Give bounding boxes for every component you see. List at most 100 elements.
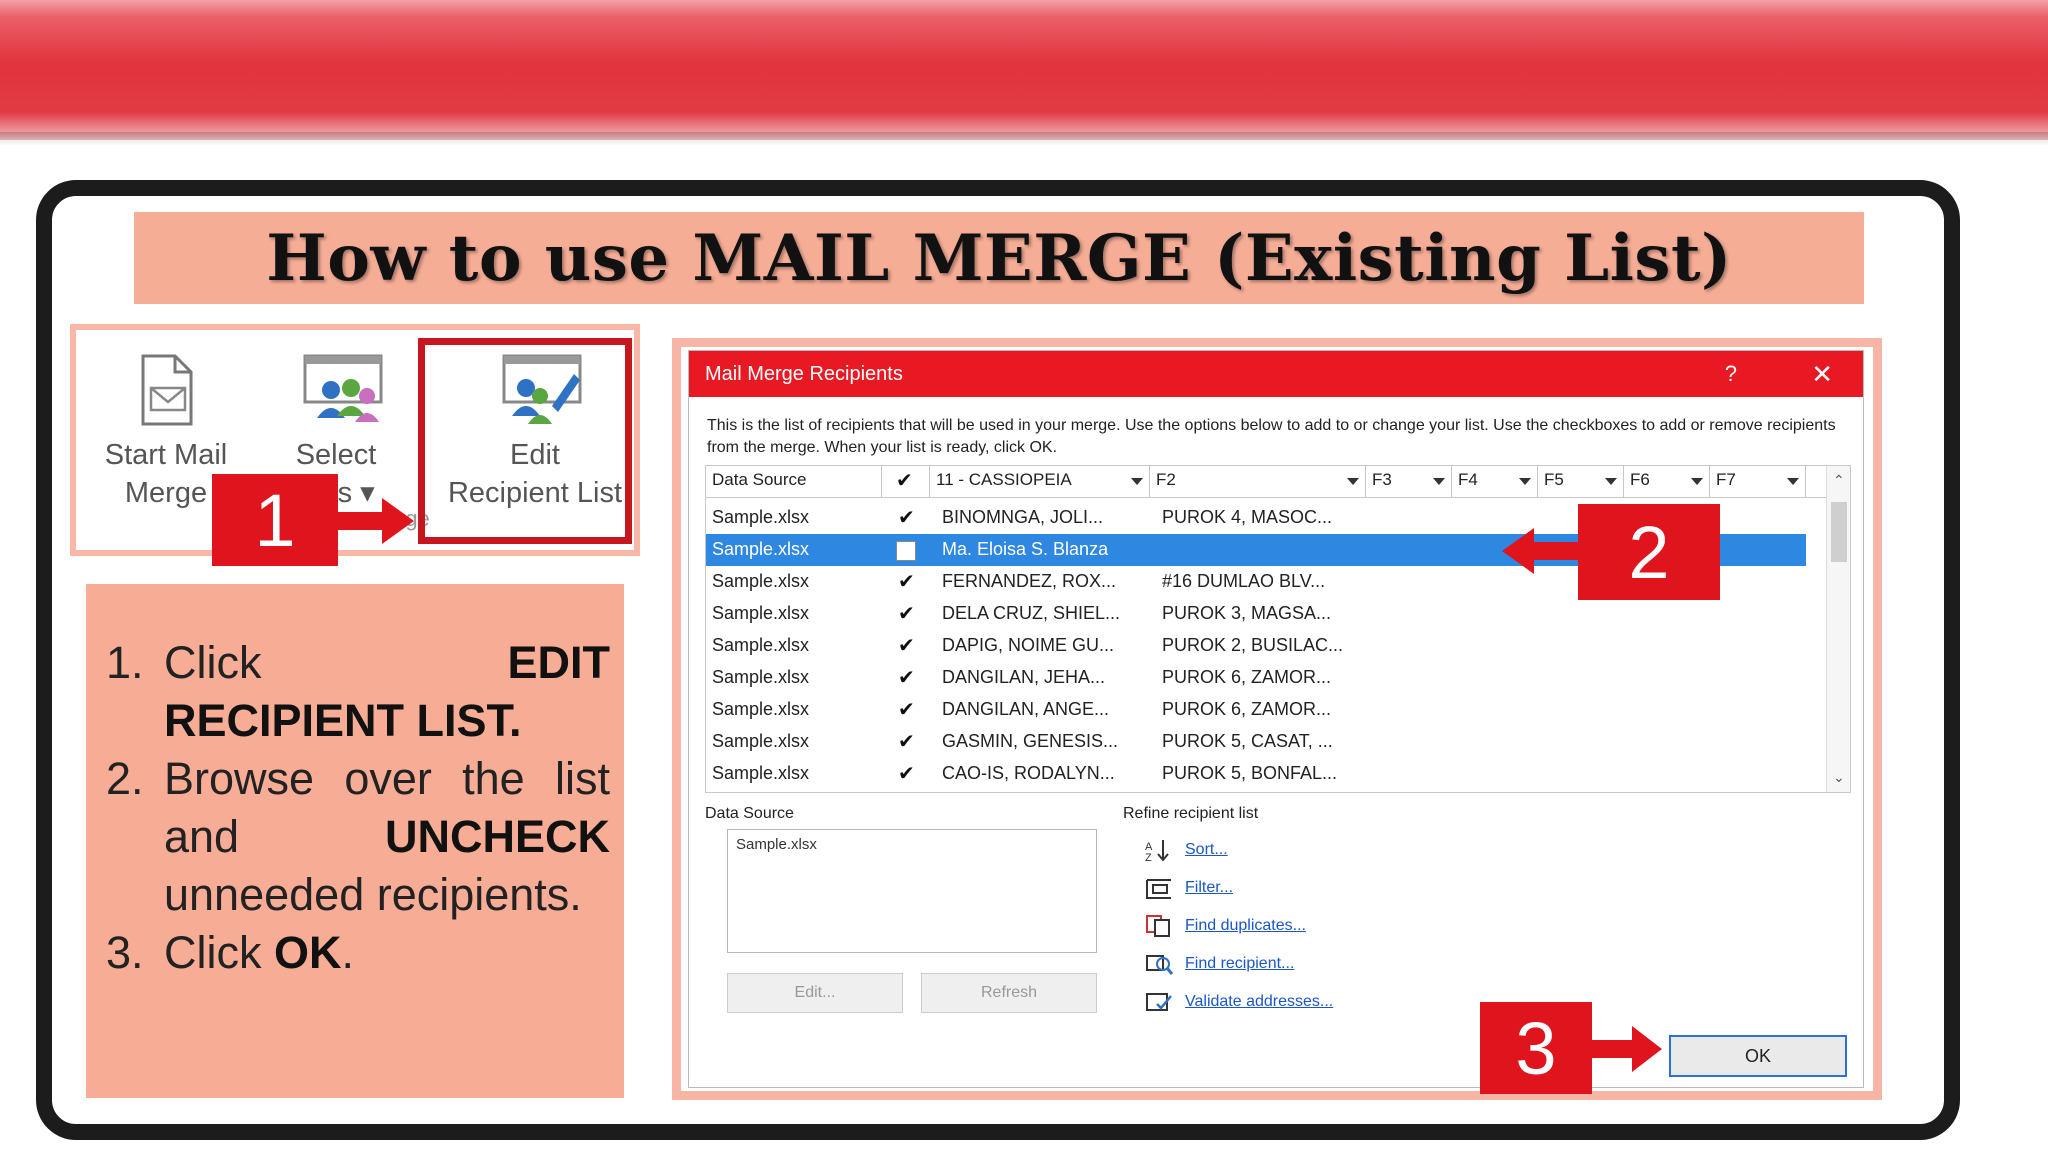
cell-name: Ma. Eloisa S. Blanza (942, 539, 1109, 559)
cell-data-source: Sample.xlsx (712, 539, 810, 559)
chevron-down-icon[interactable] (1519, 478, 1531, 485)
slide-title: How to use MAIL MERGE (Existing List) (266, 220, 1732, 296)
vertical-scrollbar[interactable]: ⌃ ⌄ (1826, 466, 1850, 792)
step-number: 1. (106, 637, 144, 688)
cell-data-source: Sample.xlsx (712, 699, 810, 719)
filter-link-text[interactable]: Filter... (1185, 879, 1233, 897)
step-text: Click (164, 637, 508, 688)
step-emphasis: UNCHECK (385, 811, 610, 862)
recipient-checkbox[interactable] (896, 697, 916, 722)
chevron-down-icon[interactable] (1433, 478, 1445, 485)
sort-icon: AZ (1145, 838, 1175, 864)
callout-2-number: 2 (1628, 510, 1670, 594)
step-text-post: . (341, 927, 355, 978)
scroll-thumb[interactable] (1831, 502, 1847, 562)
callout-1: 1 (212, 474, 338, 566)
data-source-label: Data Source (705, 805, 794, 822)
refine-label: Refine recipient list (1123, 805, 1259, 822)
col-label: Data Source (712, 470, 807, 489)
col-data-source[interactable]: Data Source (706, 466, 882, 498)
table-row[interactable]: Sample.xlsx DANGILAN, ANGE... PUROK 6, ZAM… (706, 694, 1806, 726)
find-recipient-icon (1145, 952, 1175, 976)
arrow-right-icon (1590, 1026, 1662, 1072)
chevron-down-icon[interactable] (1347, 478, 1359, 485)
recipient-checkbox[interactable] (896, 665, 916, 690)
cell-address: PUROK 2, BUSILAC... (1162, 635, 1344, 655)
scroll-up-icon[interactable]: ⌃ (1833, 472, 1845, 489)
callout-2: 2 (1578, 504, 1720, 600)
data-source-list[interactable]: Sample.xlsx (727, 829, 1097, 953)
cell-data-source: Sample.xlsx (712, 635, 810, 655)
col-f4[interactable]: F4 (1452, 466, 1538, 498)
table-row[interactable]: Sample.xlsx GASMIN, GENESIS... PUROK 5, CA… (706, 726, 1806, 758)
recipient-checkbox[interactable] (896, 541, 916, 561)
col-name[interactable]: 11 - CASSIOPEIA (930, 466, 1150, 498)
refresh-button[interactable]: Refresh (921, 973, 1097, 1013)
select-all-checkbox[interactable] (894, 468, 914, 493)
col-label: F4 (1458, 470, 1478, 489)
chevron-down-icon[interactable] (1787, 478, 1799, 485)
col-f3[interactable]: F3 (1366, 466, 1452, 498)
data-source-item[interactable]: Sample.xlsx (736, 836, 817, 853)
find-duplicates-link[interactable]: Find duplicates... (1145, 911, 1306, 941)
col-checkbox[interactable] (882, 466, 930, 498)
table-row[interactable]: Sample.xlsx CAO-IS, RODALYN... PUROK 5, BO… (706, 758, 1806, 790)
cell-address: PUROK 5, CASAT, ... (1162, 731, 1333, 751)
recipient-checkbox[interactable] (896, 601, 916, 626)
filter-link[interactable]: Filter... (1145, 873, 1233, 903)
find-duplicates-link-text[interactable]: Find duplicates... (1185, 917, 1306, 935)
col-f7[interactable]: F7 (1710, 466, 1806, 498)
step-2: 2. Browse over the list and UNCHECK unne… (106, 750, 610, 924)
col-f5[interactable]: F5 (1538, 466, 1624, 498)
recipient-checkbox[interactable] (896, 729, 916, 754)
recipient-checkbox[interactable] (896, 633, 916, 658)
ok-button[interactable]: OK (1669, 1035, 1847, 1077)
recipient-checkbox[interactable] (896, 569, 916, 594)
col-f2[interactable]: F2 (1150, 466, 1366, 498)
table-row[interactable]: Sample.xlsx DELA CRUZ, SHIEL... PUROK 3, M… (706, 598, 1806, 630)
step-number: 3. (106, 927, 144, 978)
find-recipient-link[interactable]: Find recipient... (1145, 949, 1294, 979)
edit-button[interactable]: Edit... (727, 973, 903, 1013)
chevron-down-icon[interactable] (1131, 478, 1143, 485)
validate-addresses-link[interactable]: Validate addresses... (1145, 987, 1333, 1017)
cell-data-source: Sample.xlsx (712, 667, 810, 687)
validate-addresses-icon (1145, 990, 1175, 1014)
help-button[interactable]: ? (1725, 361, 1737, 387)
chevron-down-icon[interactable] (1605, 478, 1617, 485)
col-label: F6 (1630, 470, 1650, 489)
cell-data-source: Sample.xlsx (712, 763, 810, 783)
mail-merge-recipients-dialog: Mail Merge Recipients ? ✕ This is the li… (688, 350, 1864, 1088)
cell-name: DANGILAN, ANGE... (942, 699, 1110, 719)
table-row[interactable]: Sample.xlsx DANGILAN, JEHA... PUROK 6, ZAM… (706, 662, 1806, 694)
find-recipient-link-text[interactable]: Find recipient... (1185, 955, 1294, 973)
col-f6[interactable]: F6 (1624, 466, 1710, 498)
sort-link[interactable]: AZ Sort... (1145, 835, 1228, 865)
filter-icon (1145, 876, 1175, 900)
col-label: F7 (1716, 470, 1736, 489)
cell-data-source: Sample.xlsx (712, 731, 810, 751)
cell-address: PUROK 6, ZAMOR... (1162, 699, 1332, 719)
svg-text:Z: Z (1145, 852, 1152, 862)
step-text: Click (164, 927, 274, 978)
cell-address (1156, 534, 1366, 566)
col-label: 11 - CASSIOPEIA (936, 470, 1072, 489)
banner-shadow (0, 132, 2048, 146)
people-icon (301, 352, 383, 428)
cell-address: PUROK 5, BONFAL... (1162, 763, 1338, 783)
cell-data-source: Sample.xlsx (712, 603, 810, 623)
chevron-down-icon[interactable] (1691, 478, 1703, 485)
callout-3: 3 (1480, 1002, 1592, 1094)
recipient-checkbox[interactable] (896, 761, 916, 786)
cell-name: DANGILAN, JEHA... (942, 667, 1106, 687)
recipient-checkbox[interactable] (896, 505, 916, 530)
arrow-left-icon (1502, 528, 1582, 574)
sort-link-text[interactable]: Sort... (1185, 841, 1228, 859)
cell-name: BINOMNGA, JOLI... (942, 507, 1104, 527)
title-banner: How to use MAIL MERGE (Existing List) (134, 212, 1864, 304)
cell-name: DELA CRUZ, SHIEL... (942, 603, 1121, 623)
close-icon[interactable]: ✕ (1811, 359, 1833, 390)
table-row[interactable]: Sample.xlsx DAPIG, NOIME GU... PUROK 2, BU… (706, 630, 1806, 662)
scroll-down-icon[interactable]: ⌄ (1833, 769, 1845, 786)
validate-addresses-link-text[interactable]: Validate addresses... (1185, 993, 1333, 1011)
